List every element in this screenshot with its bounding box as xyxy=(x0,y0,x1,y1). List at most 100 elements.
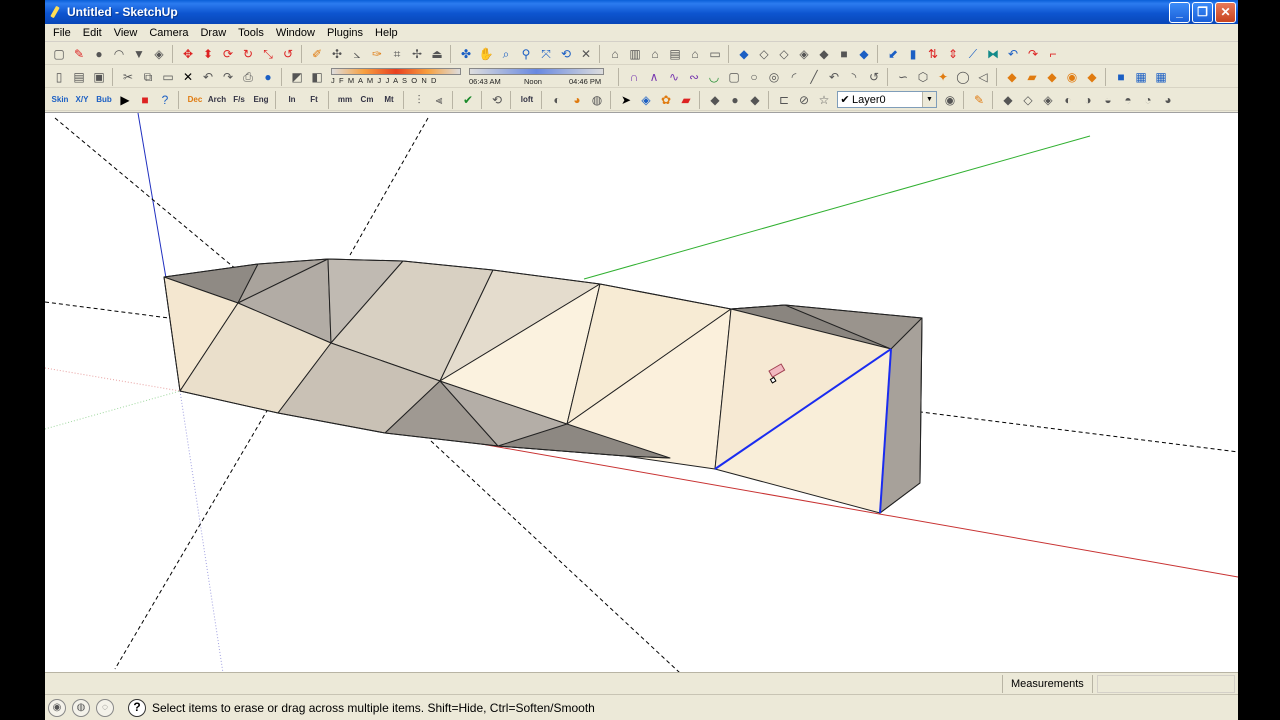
layer-manager-icon[interactable]: ◉ xyxy=(940,91,960,109)
arc-curve-icon[interactable]: ◡ xyxy=(704,68,724,86)
select-arrow-icon[interactable]: ➤ xyxy=(616,91,636,109)
save-file-icon[interactable]: ▣ xyxy=(89,68,109,86)
paint-tool-icon[interactable]: ◕ xyxy=(567,91,587,109)
measurements-input[interactable] xyxy=(1097,675,1235,693)
menu-view[interactable]: View xyxy=(108,24,144,42)
dimension-a-icon[interactable]: ⫶ xyxy=(409,91,429,109)
dimension-tool-icon[interactable]: ✣ xyxy=(327,45,347,63)
catenary-icon[interactable]: ∽ xyxy=(893,68,913,86)
hidden-line-style-icon[interactable]: ◇ xyxy=(774,45,794,63)
smooth-icon[interactable]: ◕ xyxy=(1158,91,1178,109)
sandbox-from-contours-icon[interactable]: ◆ xyxy=(1002,68,1022,86)
zoom-extents-icon[interactable]: ⤧ xyxy=(536,45,556,63)
polyline-icon[interactable]: ∧ xyxy=(644,68,664,86)
stop-icon[interactable]: ■ xyxy=(135,91,155,109)
copy-icon[interactable]: ⧉ xyxy=(138,68,158,86)
3d-text-icon[interactable]: ✢ xyxy=(407,45,427,63)
joint-push-pull-icon[interactable]: ◆ xyxy=(998,91,1018,109)
mirror-icon[interactable]: ⌐ xyxy=(1043,45,1063,63)
feet-button[interactable]: Ft xyxy=(303,91,325,109)
skin-button[interactable]: Skin xyxy=(49,91,71,109)
freehand-curve-icon[interactable]: ∩ xyxy=(624,68,644,86)
tape-measure-icon[interactable]: ✐ xyxy=(307,45,327,63)
rotate-tool-icon[interactable]: ⟳ xyxy=(218,45,238,63)
eraser-tool-icon[interactable]: ◈ xyxy=(149,45,169,63)
engineering-units-button[interactable]: Eng xyxy=(250,91,272,109)
solid-a-icon[interactable]: ◆ xyxy=(705,91,725,109)
pencil-tool-icon[interactable]: ✎ xyxy=(69,45,89,63)
dimension-b-icon[interactable]: ⫷ xyxy=(429,91,449,109)
arc-tool-icon[interactable]: ◠ xyxy=(109,45,129,63)
inches-button[interactable]: In xyxy=(281,91,303,109)
previous-view-icon[interactable]: ⟲ xyxy=(556,45,576,63)
section-cut-icon[interactable]: ⊏ xyxy=(774,91,794,109)
wireframe-style-icon[interactable]: ◇ xyxy=(754,45,774,63)
millimeters-button[interactable]: mm xyxy=(334,91,356,109)
decimal-units-button[interactable]: Dec xyxy=(184,91,206,109)
round-corner-icon[interactable]: ◐ xyxy=(1058,91,1078,109)
xray-style-icon[interactable]: ◆ xyxy=(734,45,754,63)
back-view-icon[interactable]: ⌂ xyxy=(685,45,705,63)
push-pull-icon[interactable]: ⬍ xyxy=(198,45,218,63)
axis-bar-icon[interactable]: ▮ xyxy=(903,45,923,63)
shell-tool-icon[interactable]: ◐ xyxy=(547,91,567,109)
left-view-icon[interactable]: ▭ xyxy=(705,45,725,63)
fractional-units-button[interactable]: F/s xyxy=(228,91,250,109)
chevron-down-icon[interactable]: ▼ xyxy=(922,92,936,107)
month-slider[interactable] xyxy=(331,67,461,75)
circle-curve-icon[interactable]: ○ xyxy=(744,68,764,86)
xyz-button[interactable]: X/Y xyxy=(71,91,93,109)
menu-draw[interactable]: Draw xyxy=(194,24,232,42)
paste-icon[interactable]: ▭ xyxy=(158,68,178,86)
loft-button[interactable]: loft xyxy=(516,91,538,109)
shaded-style-icon[interactable]: ◈ xyxy=(794,45,814,63)
centimeters-button[interactable]: Cm xyxy=(356,91,378,109)
move-tool-icon[interactable]: ✥ xyxy=(178,45,198,63)
check-tool-icon[interactable]: ✔ xyxy=(458,91,478,109)
undo-curve-icon[interactable]: ↶ xyxy=(1003,45,1023,63)
menu-help[interactable]: Help xyxy=(369,24,404,42)
circle-tool-icon[interactable]: ● xyxy=(89,45,109,63)
section-display-icon[interactable]: ⊘ xyxy=(794,91,814,109)
drape-icon[interactable]: ◆ xyxy=(1082,68,1102,86)
polygon-curve-icon[interactable]: ⬡ xyxy=(913,68,933,86)
menu-camera[interactable]: Camera xyxy=(143,24,194,42)
edit-vertex-icon[interactable]: ✦ xyxy=(933,68,953,86)
bevel-icon[interactable]: ◒ xyxy=(1098,91,1118,109)
bub-button[interactable]: Bub xyxy=(93,91,115,109)
scale-tool-icon[interactable]: ⤡ xyxy=(258,45,278,63)
loop-tool-icon[interactable]: ⟲ xyxy=(487,91,507,109)
next-view-icon[interactable]: ✕ xyxy=(576,45,596,63)
close-button[interactable]: ✕ xyxy=(1215,2,1236,23)
menu-tools[interactable]: Tools xyxy=(232,24,270,42)
credits-icon[interactable]: ◍ xyxy=(72,698,90,717)
solid-c-icon[interactable]: ◆ xyxy=(745,91,765,109)
redo-icon[interactable]: ↷ xyxy=(218,68,238,86)
protractor-icon[interactable]: ⦣ xyxy=(347,45,367,63)
select-tool-icon[interactable]: ▢ xyxy=(49,45,69,63)
help-ruby-icon[interactable]: ? xyxy=(155,91,175,109)
open-file-icon[interactable]: ▤ xyxy=(69,68,89,86)
curve-line-icon[interactable]: ╱ xyxy=(804,68,824,86)
sandbox-scratch-icon[interactable]: ▰ xyxy=(1022,68,1042,86)
new-file-icon[interactable]: ▯ xyxy=(49,68,69,86)
eraser-active-icon[interactable]: ▰ xyxy=(676,91,696,109)
monochrome-style-icon[interactable]: ■ xyxy=(834,45,854,63)
cut-icon[interactable]: ✂ xyxy=(118,68,138,86)
maximize-button[interactable]: ❐ xyxy=(1192,2,1213,23)
subdivide-icon[interactable]: ◔ xyxy=(1138,91,1158,109)
flip-edge-icon[interactable]: ▦ xyxy=(1131,68,1151,86)
smoove-icon[interactable]: ◆ xyxy=(1042,68,1062,86)
menu-file[interactable]: File xyxy=(47,24,77,42)
axes-tool-icon[interactable]: ⌗ xyxy=(387,45,407,63)
delete-icon[interactable]: ✕ xyxy=(178,68,198,86)
curve-fit-icon[interactable]: ◜ xyxy=(784,68,804,86)
architectural-units-button[interactable]: Arch xyxy=(206,91,228,109)
textured-style-icon[interactable]: ◆ xyxy=(814,45,834,63)
spiral-curve-icon[interactable]: ◎ xyxy=(764,68,784,86)
meters-button[interactable]: Mt xyxy=(378,91,400,109)
section-plane-icon[interactable]: ⏏ xyxy=(427,45,447,63)
follow-me-icon[interactable]: ↻ xyxy=(238,45,258,63)
red-blue-axis-icon[interactable]: ⬋ xyxy=(883,45,903,63)
flip-icon[interactable]: ⇅ xyxy=(923,45,943,63)
